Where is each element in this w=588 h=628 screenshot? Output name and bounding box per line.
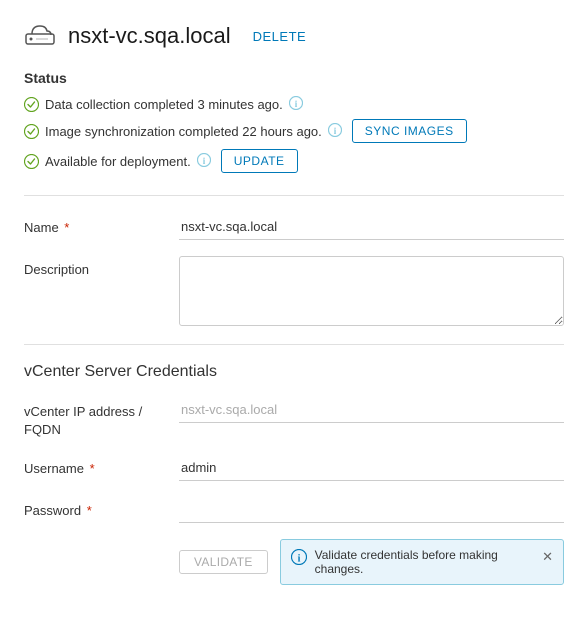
description-form-group: Description [24, 256, 564, 326]
password-label: Password * [24, 497, 179, 518]
status-text-1: Data collection completed 3 minutes ago. [45, 97, 283, 112]
credentials-section: vCenter Server Credentials vCenter IP ad… [24, 363, 564, 523]
validate-button[interactable]: VALIDATE [179, 550, 268, 574]
page-header: nsxt-vc.sqa.local DELETE [24, 20, 564, 52]
status-item-deployment: Available for deployment. i UPDATE [24, 149, 564, 173]
name-input[interactable] [179, 214, 564, 240]
username-label: Username * [24, 455, 179, 476]
info-icon-1[interactable]: i [289, 96, 303, 113]
username-form-group: Username * [24, 455, 564, 481]
status-item-image-sync: Image synchronization completed 22 hours… [24, 119, 564, 143]
info-icon-2[interactable]: i [328, 123, 342, 140]
name-form-group: Name * [24, 214, 564, 240]
status-text-3: Available for deployment. [45, 154, 191, 169]
info-icon-3[interactable]: i [197, 153, 211, 170]
section-divider-1 [24, 195, 564, 196]
status-text-2: Image synchronization completed 22 hours… [45, 124, 322, 139]
server-cloud-icon [24, 20, 56, 52]
section-divider-2 [24, 344, 564, 345]
ip-label: vCenter IP address / FQDN [24, 397, 179, 439]
password-form-group: Password * [24, 497, 564, 523]
svg-text:i: i [297, 554, 300, 565]
close-icon[interactable]: ✕ [542, 549, 553, 565]
username-input[interactable] [179, 455, 564, 481]
status-label: Status [24, 70, 564, 86]
validate-info-banner: i Validate credentials before making cha… [280, 539, 564, 585]
svg-text:i: i [202, 156, 205, 166]
required-mark-username: * [86, 461, 95, 476]
check-circle-icon-1 [24, 97, 39, 112]
status-item-data-collection: Data collection completed 3 minutes ago.… [24, 96, 564, 113]
description-label: Description [24, 256, 179, 277]
check-circle-icon-3 [24, 154, 39, 169]
svg-text:i: i [294, 99, 297, 109]
description-textarea[interactable] [179, 256, 564, 326]
delete-link[interactable]: DELETE [253, 29, 307, 44]
ip-form-group: vCenter IP address / FQDN [24, 397, 564, 439]
validate-row: VALIDATE i Validate credentials before m… [24, 539, 564, 585]
password-input[interactable] [179, 497, 564, 523]
check-circle-icon-2 [24, 124, 39, 139]
ip-input[interactable] [179, 397, 564, 423]
sync-images-button[interactable]: SYNC IMAGES [352, 119, 467, 143]
name-label: Name * [24, 214, 179, 235]
required-mark-name: * [61, 220, 70, 235]
update-button[interactable]: UPDATE [221, 149, 298, 173]
credentials-section-title: vCenter Server Credentials [24, 363, 564, 381]
svg-text:i: i [334, 126, 337, 136]
info-banner-icon: i [291, 549, 307, 569]
required-mark-password: * [83, 503, 92, 518]
status-section: Status Data collection completed 3 minut… [24, 70, 564, 173]
status-list: Data collection completed 3 minutes ago.… [24, 96, 564, 173]
page-title: nsxt-vc.sqa.local [68, 23, 231, 49]
validate-info-text: Validate credentials before making chang… [315, 548, 534, 576]
